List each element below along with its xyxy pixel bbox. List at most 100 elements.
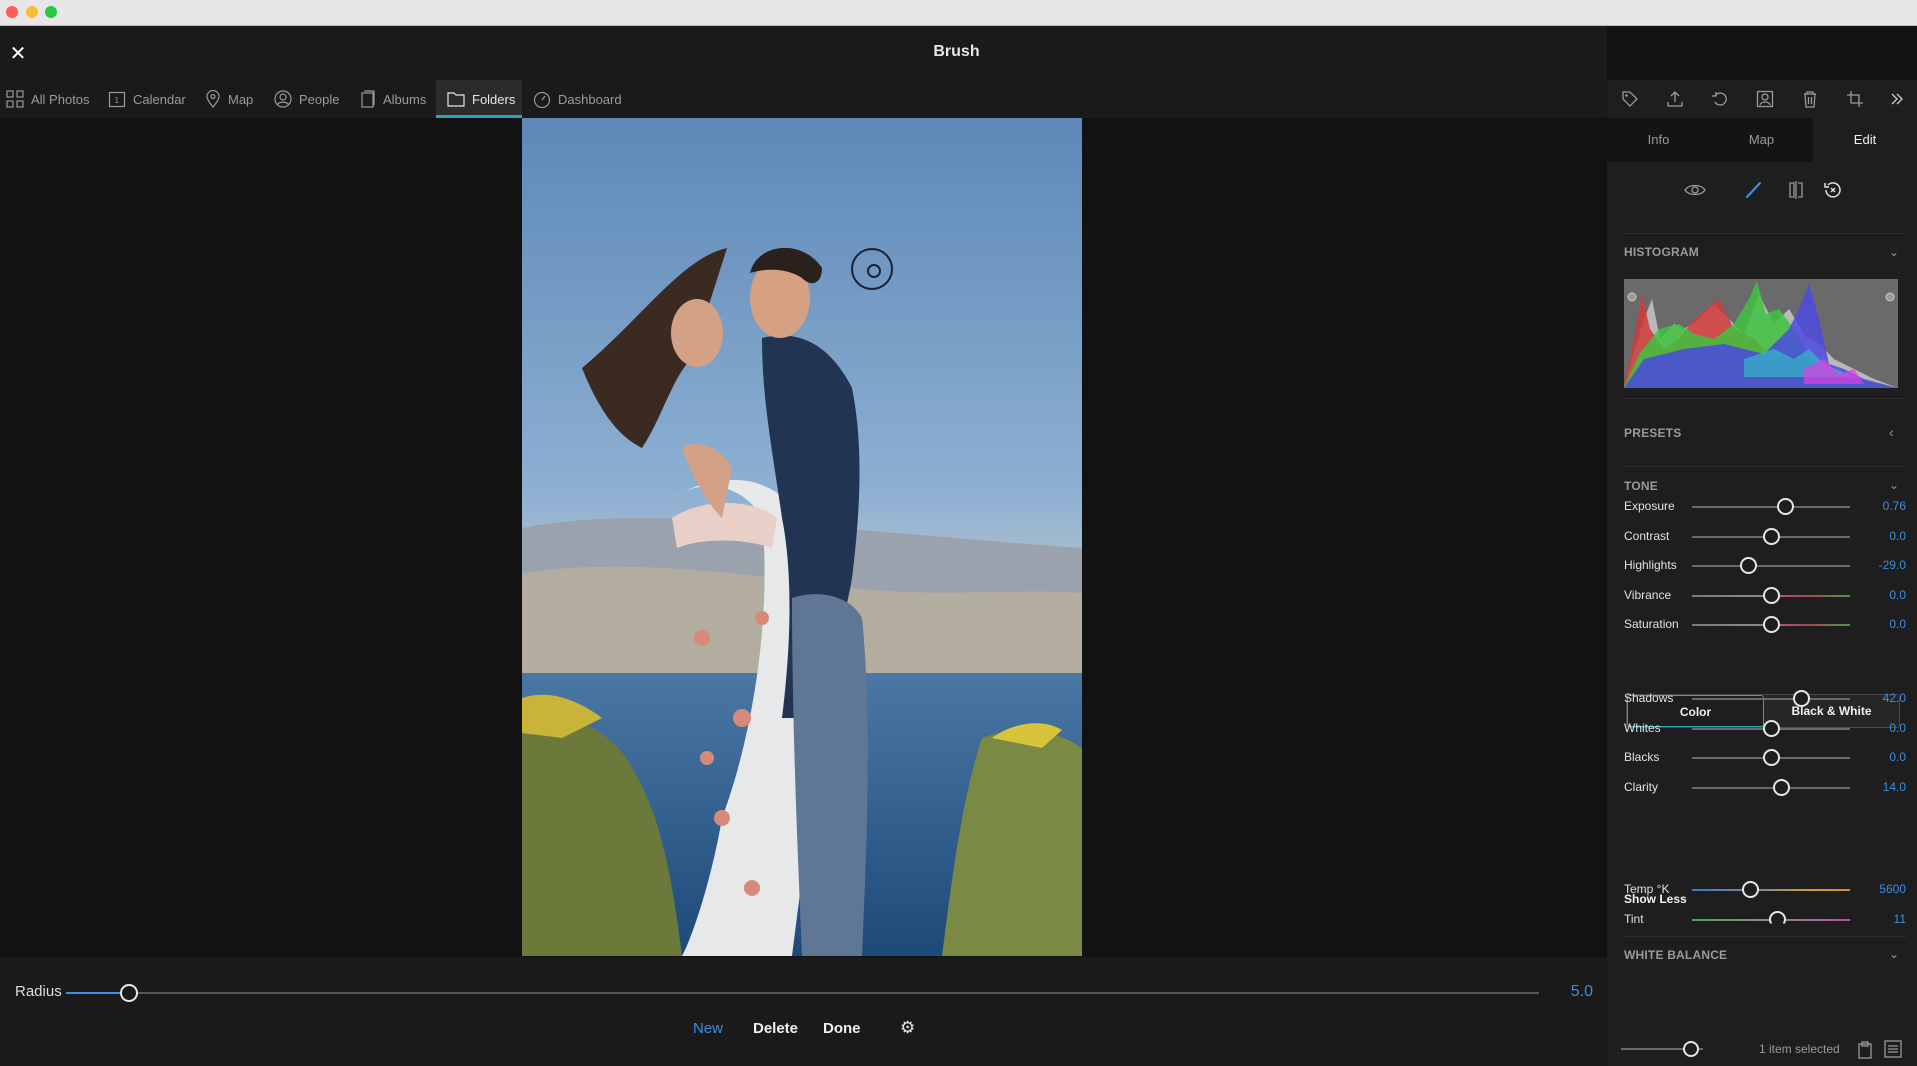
chevrons-right-icon[interactable] xyxy=(1877,92,1917,106)
slider-row-whites: Whites 0.0 xyxy=(1624,719,1906,739)
zoom-window-button[interactable] xyxy=(45,6,57,18)
slider-knob[interactable] xyxy=(1793,690,1811,707)
photo-preview[interactable] xyxy=(522,118,1082,956)
svg-text:1: 1 xyxy=(115,96,120,105)
slider-track[interactable] xyxy=(1692,565,1850,567)
slider-value[interactable]: 0.0 xyxy=(1856,588,1906,602)
slider-knob[interactable] xyxy=(1763,719,1780,737)
radius-slider[interactable] xyxy=(66,984,1539,1002)
panel-tabs: Info Map Edit xyxy=(1607,118,1917,162)
revert-icon[interactable] xyxy=(1823,180,1843,205)
slider-label: Vibrance xyxy=(1624,587,1672,602)
nav-label: Calendar xyxy=(133,91,186,107)
nav-dashboard[interactable]: Dashboard xyxy=(533,80,623,118)
delete-brush-button[interactable]: Delete xyxy=(753,1020,798,1037)
close-window-button[interactable] xyxy=(6,6,18,18)
slider-track[interactable] xyxy=(1692,889,1850,891)
tag-icon[interactable] xyxy=(1607,90,1652,108)
nav-label: Dashboard xyxy=(558,91,622,107)
person-icon xyxy=(274,90,292,108)
slider-row-blacks: Blacks 0.0 xyxy=(1624,748,1906,768)
slider-value[interactable]: 42.0 xyxy=(1856,691,1906,705)
slider-label: Tint xyxy=(1624,911,1644,926)
slider-value[interactable]: 11 xyxy=(1856,912,1906,924)
slider-row-highlights: Highlights -29.0 xyxy=(1624,556,1906,576)
window-titlebar xyxy=(0,0,1917,26)
tab-info[interactable]: Info xyxy=(1607,118,1710,162)
slider-row-contrast: Contrast 0.0 xyxy=(1624,527,1906,547)
tab-map[interactable]: Map xyxy=(1710,118,1813,162)
nav-calendar[interactable]: 1 Calendar xyxy=(108,80,188,118)
chevron-down-icon[interactable]: ⌄ xyxy=(1889,478,1899,492)
slider-row-saturation: Saturation 0.0 xyxy=(1624,615,1906,635)
slider-value[interactable]: 0.0 xyxy=(1856,721,1906,735)
rotate-icon[interactable] xyxy=(1697,90,1742,108)
slider-knob[interactable] xyxy=(1740,557,1758,574)
crop-icon[interactable] xyxy=(1832,90,1877,108)
nav-albums[interactable]: Albums xyxy=(360,80,430,118)
radius-label: Radius xyxy=(15,983,62,1000)
slider-knob[interactable] xyxy=(1777,498,1795,515)
slider-value[interactable]: 5600 xyxy=(1856,882,1906,896)
divider xyxy=(1624,466,1906,467)
chevron-down-icon[interactable]: ⌄ xyxy=(1889,947,1899,961)
slider-value[interactable]: 0.76 xyxy=(1856,499,1906,513)
done-button[interactable]: Done xyxy=(823,1020,861,1037)
share-icon[interactable] xyxy=(1652,90,1697,108)
nav-folders[interactable]: Folders xyxy=(436,80,522,118)
histogram-title: HISTOGRAM xyxy=(1624,245,1699,259)
brush-controls: Radius 5.0 New Delete Done ⚙ xyxy=(0,957,1607,1066)
slider-knob[interactable] xyxy=(1763,749,1780,766)
new-brush-button[interactable]: New xyxy=(693,1020,723,1037)
thumbnail-size-knob[interactable] xyxy=(1682,1041,1699,1057)
list-view-icon[interactable] xyxy=(1884,1040,1902,1063)
eye-icon[interactable] xyxy=(1684,180,1706,205)
main-nav: All Photos 1 Calendar Map People Albums … xyxy=(0,80,1607,118)
slider-knob[interactable] xyxy=(1763,586,1780,604)
nav-label: Map xyxy=(228,91,254,107)
slider-knob[interactable] xyxy=(1763,527,1780,545)
edit-mode-toolbar xyxy=(1607,180,1917,210)
chevron-down-icon[interactable]: ⌄ xyxy=(1889,245,1899,259)
slider-knob[interactable] xyxy=(1769,910,1787,924)
grid-icon xyxy=(6,90,24,108)
radius-value: 5.0 xyxy=(1570,983,1593,1000)
slider-row-temp-k: Temp °K 5600 xyxy=(1624,880,1906,900)
histogram xyxy=(1624,279,1898,388)
slider-value[interactable]: 0.0 xyxy=(1856,529,1906,543)
divider xyxy=(1624,233,1906,234)
brush-icon[interactable] xyxy=(1744,180,1764,205)
clipboard-icon[interactable] xyxy=(1857,1041,1873,1064)
slider-row-exposure: Exposure 0.76 xyxy=(1624,497,1906,517)
chevron-left-icon[interactable]: ‹ xyxy=(1889,424,1894,440)
slider-value[interactable]: 0.0 xyxy=(1856,750,1906,764)
slider-track[interactable] xyxy=(1692,506,1850,508)
minimize-window-button[interactable] xyxy=(26,6,38,18)
slider-value[interactable]: 0.0 xyxy=(1856,617,1906,631)
slider-value[interactable]: -29.0 xyxy=(1856,558,1906,572)
tone-title: TONE xyxy=(1624,479,1658,493)
radius-slider-knob[interactable] xyxy=(120,984,139,1002)
slider-knob[interactable] xyxy=(1742,881,1760,898)
slider-knob[interactable] xyxy=(1773,778,1791,796)
nav-map[interactable]: Map xyxy=(205,80,260,118)
divider xyxy=(1624,398,1906,399)
gauge-icon xyxy=(533,91,551,108)
nav-all-photos[interactable]: All Photos xyxy=(6,80,94,118)
slider-track[interactable] xyxy=(1692,698,1850,700)
brush-cursor xyxy=(851,248,893,290)
gear-icon[interactable]: ⚙ xyxy=(900,1018,915,1038)
faces-icon[interactable] xyxy=(1742,90,1787,108)
trash-icon[interactable] xyxy=(1787,90,1832,108)
pin-icon xyxy=(206,90,220,108)
selection-count: 1 item selected xyxy=(1759,1042,1840,1056)
slider-track[interactable] xyxy=(1692,786,1850,789)
compare-icon[interactable] xyxy=(1786,180,1806,205)
couple-photo-image xyxy=(522,118,1082,956)
slider-value[interactable]: 14.0 xyxy=(1856,780,1906,794)
nav-people[interactable]: People xyxy=(274,80,340,118)
nav-label: People xyxy=(299,91,340,107)
slider-knob[interactable] xyxy=(1763,616,1780,633)
slider-label: Highlights xyxy=(1624,558,1677,572)
tab-edit[interactable]: Edit xyxy=(1813,118,1917,162)
